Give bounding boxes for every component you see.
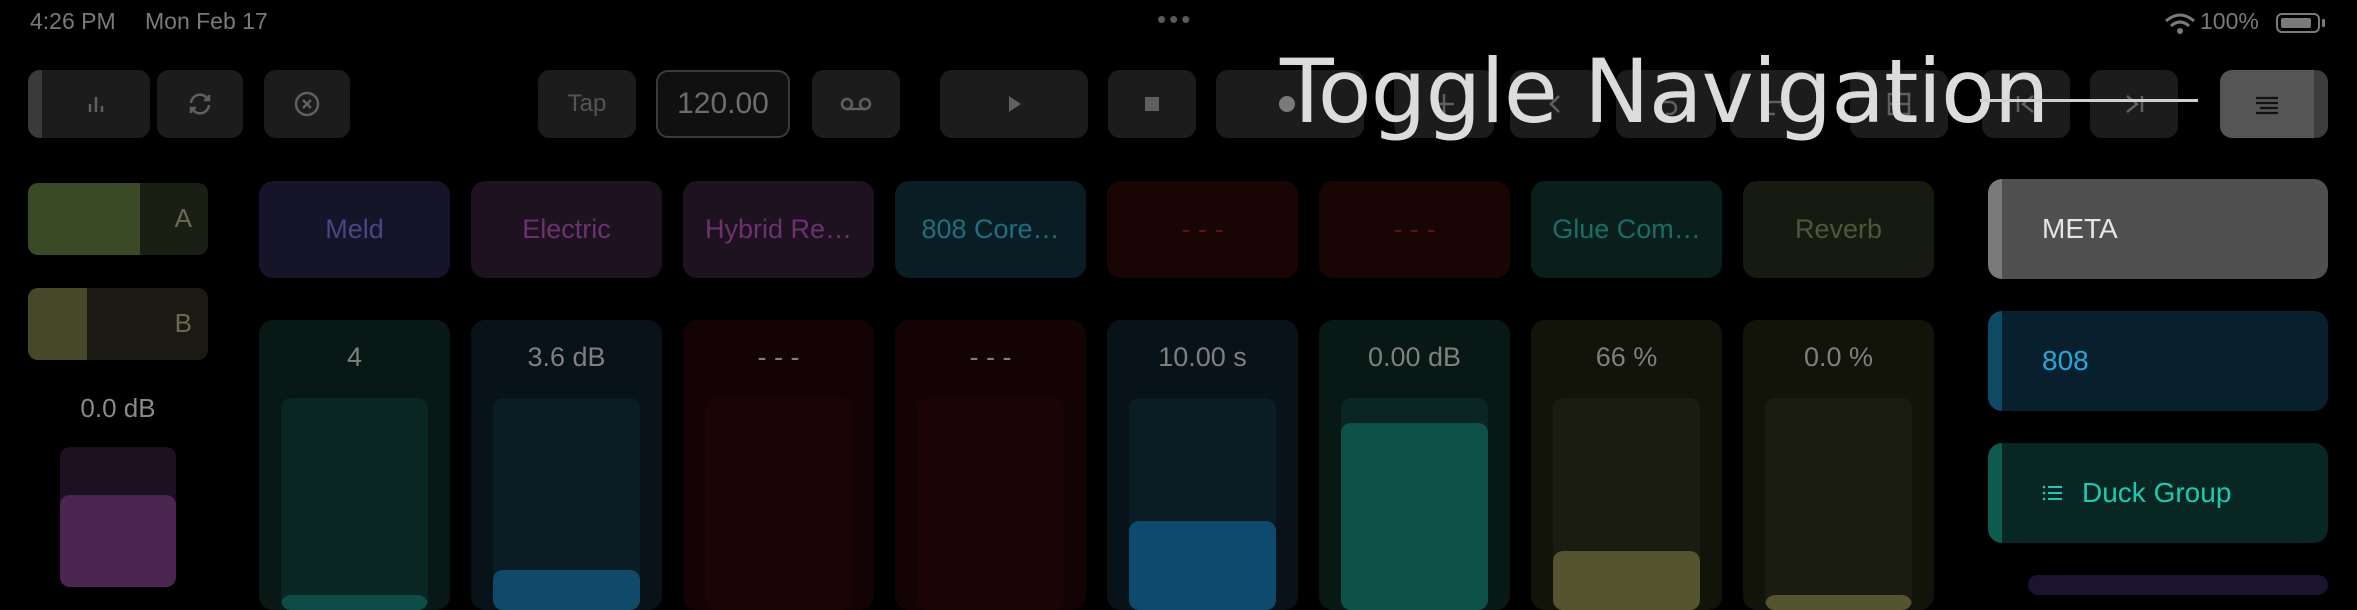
macro-value: 3.6 dB	[527, 342, 606, 372]
macro-fader-fill	[281, 595, 428, 610]
list-icon	[2042, 485, 2062, 501]
multitasking-dots-icon[interactable]: •••	[1157, 4, 1193, 35]
crossfader-b-fill	[28, 288, 88, 360]
close-circle-icon	[294, 91, 320, 117]
macro-value: 4	[346, 342, 363, 372]
meta-group-label: META	[2042, 213, 2118, 244]
status-time: 4:26 PM	[30, 8, 116, 34]
battery-percent: 100%	[2200, 8, 2259, 34]
skip-forward-button[interactable]	[2090, 70, 2178, 138]
device-pad-label: - - -	[1393, 214, 1436, 244]
macro-control[interactable]: 0.0 %	[1743, 320, 1934, 610]
macro-control[interactable]: - - -	[683, 320, 874, 610]
macro-control[interactable]: 0.00 dB	[1319, 320, 1510, 610]
stop-icon	[1145, 97, 1159, 111]
macro-control[interactable]: - - -	[895, 320, 1086, 610]
macro-fader-fill	[1765, 595, 1912, 610]
macro-value: 66 %	[1595, 342, 1658, 372]
tape-button[interactable]	[812, 70, 900, 138]
meta-group-button[interactable]: META	[1988, 179, 2328, 279]
play-button[interactable]	[940, 70, 1088, 138]
macro-fader-fill	[1129, 520, 1276, 610]
crossfader-a-label: A	[174, 203, 192, 233]
duck-group-button[interactable]: Duck Group	[1988, 443, 2328, 543]
device-pad-label: 808 Core…	[921, 214, 1060, 244]
macro-fader-track[interactable]	[917, 398, 1064, 610]
status-date: Mon Feb 17	[145, 8, 268, 34]
device-pad[interactable]: - - -	[1107, 181, 1298, 278]
tooltip-pointer-line	[1980, 99, 2198, 102]
menu-icon	[2256, 96, 2278, 115]
macro-fader-fill	[1341, 423, 1488, 610]
device-pad[interactable]: - - -	[1319, 181, 1510, 278]
device-pad[interactable]: Meld	[259, 181, 450, 278]
macro-fader-track[interactable]	[1553, 398, 1700, 610]
wifi-icon	[2165, 13, 2195, 34]
macro-control[interactable]: 3.6 dB	[471, 320, 662, 610]
device-pad[interactable]: Electric	[471, 181, 662, 278]
macro-fader-fill	[1553, 550, 1700, 610]
device-pad-label: Reverb	[1794, 214, 1883, 244]
loop-icon	[189, 93, 211, 115]
volume-value: 0.0 dB	[80, 393, 156, 423]
macro-value: 0.00 dB	[1367, 342, 1462, 372]
crossfader-a[interactable]: A	[28, 183, 208, 255]
macro-fader-fill	[493, 569, 640, 610]
crossfader-b[interactable]: B	[28, 288, 208, 360]
macro-fader-track[interactable]	[1129, 398, 1276, 610]
808-group-label: 808	[2042, 345, 2089, 376]
crossfader-b-label: B	[174, 308, 192, 338]
device-pad[interactable]: Reverb	[1743, 181, 1934, 278]
battery-icon	[2276, 13, 2320, 33]
808-group-button[interactable]: 808	[1988, 311, 2328, 411]
tape-icon	[840, 97, 872, 111]
mixer-view-button[interactable]	[28, 70, 150, 138]
macro-control[interactable]: 10.00 s	[1107, 320, 1298, 610]
loop-button[interactable]	[157, 70, 243, 138]
group-button-partial[interactable]	[2028, 575, 2328, 595]
toggle-navigation-button[interactable]	[2220, 70, 2328, 138]
device-pad-label: Hybrid Re…	[704, 214, 853, 244]
device-pad[interactable]: Hybrid Re…	[683, 181, 874, 278]
macro-fader-track[interactable]	[705, 398, 852, 610]
device-pad-label: - - -	[1181, 214, 1224, 244]
tempo-field[interactable]: 120.00	[656, 70, 790, 138]
macro-fader-track[interactable]	[493, 398, 640, 610]
device-pad-label: Glue Com…	[1552, 214, 1701, 244]
skip-forward-icon	[2126, 95, 2144, 113]
macro-value: 10.00 s	[1158, 342, 1247, 372]
toggle-navigation-tooltip: Toggle Navigation	[1280, 40, 2050, 143]
play-icon	[1009, 96, 1021, 112]
duck-group-label: Duck Group	[2082, 477, 2232, 508]
macro-value: 0.0 %	[1803, 342, 1874, 372]
device-pad[interactable]: Glue Com…	[1531, 181, 1722, 278]
macro-value: - - -	[969, 342, 1012, 372]
macro-control[interactable]: 66 %	[1531, 320, 1722, 610]
volume-fader[interactable]	[60, 447, 176, 587]
macro-fader-track[interactable]	[1341, 398, 1488, 610]
crossfader-a-fill	[28, 183, 140, 255]
tap-tempo-button[interactable]: Tap	[538, 70, 636, 138]
macro-fader-track[interactable]	[281, 398, 428, 610]
macro-value: - - -	[757, 342, 800, 372]
device-pad[interactable]: 808 Core…	[895, 181, 1086, 278]
stop-button[interactable]	[1108, 70, 1196, 138]
device-pad-label: Meld	[325, 214, 384, 244]
clear-button[interactable]	[264, 70, 350, 138]
device-pad-label: Electric	[522, 214, 611, 244]
bars-icon	[88, 97, 104, 112]
volume-fader-fill	[60, 494, 176, 587]
macro-control[interactable]: 4	[259, 320, 450, 610]
macro-fader-track[interactable]	[1765, 398, 1912, 610]
